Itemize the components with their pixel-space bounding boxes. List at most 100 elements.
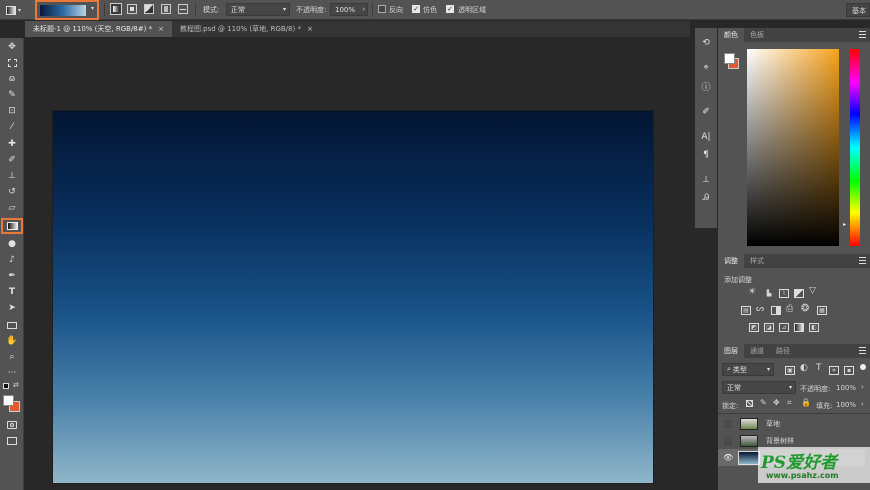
visibility-toggle[interactable] bbox=[724, 419, 732, 428]
gradient-map-icon[interactable] bbox=[794, 323, 804, 332]
opacity-input[interactable]: 100% › bbox=[330, 3, 368, 16]
screen-mode-icon[interactable] bbox=[3, 434, 21, 448]
gradient-picker[interactable]: ▾ bbox=[35, 0, 99, 20]
threshold-icon[interactable]: ⊿ bbox=[779, 323, 789, 332]
glyphs-icon[interactable]: Ꭿ bbox=[697, 191, 715, 205]
default-colors-icon[interactable] bbox=[3, 383, 9, 389]
filter-toggle-icon[interactable] bbox=[860, 364, 866, 370]
curves-icon[interactable]: ⌇ bbox=[779, 289, 789, 298]
levels-icon[interactable]: ▙ bbox=[764, 289, 774, 298]
transparency-checkbox[interactable]: ✓ bbox=[446, 5, 454, 13]
tab-swatches[interactable]: 色板 bbox=[744, 28, 770, 42]
shape-tool-icon[interactable] bbox=[3, 318, 21, 332]
channel-mixer-icon[interactable]: ❂ bbox=[801, 303, 809, 314]
color-balance-icon[interactable]: ᔕ bbox=[756, 304, 764, 314]
blur-tool-icon[interactable]: ● bbox=[3, 237, 21, 251]
mode-select[interactable]: 正常 ▾ bbox=[226, 3, 290, 16]
character-icon[interactable]: A| bbox=[697, 130, 715, 144]
vibrance-icon[interactable]: ▽ bbox=[809, 286, 816, 296]
clone-stamp-tool-icon[interactable]: ⊥ bbox=[3, 169, 21, 183]
brush-settings-icon[interactable]: ✐ bbox=[697, 105, 715, 119]
history-brush-tool-icon[interactable]: ↺ bbox=[3, 185, 21, 199]
brush-tool-icon[interactable]: ✐ bbox=[3, 153, 21, 167]
path-select-tool-icon[interactable]: ➤ bbox=[3, 301, 21, 315]
document-tab-1[interactable]: 未标题-1 @ 110% (天空, RGB/8#) * × bbox=[25, 21, 172, 37]
type-tool-icon[interactable]: T bbox=[3, 285, 21, 299]
lock-position-icon[interactable]: ✥ bbox=[773, 398, 780, 407]
clone-source-icon[interactable]: ⊥ bbox=[697, 173, 715, 187]
reflected-gradient-button[interactable] bbox=[161, 4, 171, 14]
tab-adjustments[interactable]: 调整 bbox=[718, 254, 744, 268]
lock-all-icon[interactable]: 🔒 bbox=[801, 398, 811, 407]
hue-slider-pointer[interactable]: ▸ bbox=[843, 221, 846, 228]
tool-preset-picker[interactable]: ▾ bbox=[6, 4, 28, 16]
foreground-color-swatch[interactable] bbox=[724, 53, 735, 64]
layer-filter-select[interactable]: ⌕ 类型 ▾ bbox=[722, 363, 774, 376]
dodge-tool-icon[interactable]: ♪ bbox=[3, 253, 21, 267]
close-icon[interactable]: × bbox=[158, 25, 164, 33]
dither-checkbox[interactable]: ✓ bbox=[412, 5, 420, 13]
more-tools-icon[interactable]: ··· bbox=[3, 366, 21, 380]
quick-select-tool-icon[interactable]: ✎ bbox=[3, 88, 21, 102]
swap-colors-icon[interactable]: ⇄ bbox=[13, 381, 19, 389]
panel-menu-icon[interactable] bbox=[859, 347, 866, 354]
blend-mode-select[interactable]: 正常 ▾ bbox=[722, 381, 796, 394]
reverse-checkbox[interactable] bbox=[378, 5, 386, 13]
diamond-gradient-button[interactable] bbox=[178, 4, 188, 14]
crop-tool-icon[interactable]: ⊡ bbox=[3, 104, 21, 118]
brightness-icon[interactable]: ☀ bbox=[748, 287, 756, 297]
pen-tool-icon[interactable]: ✒ bbox=[3, 269, 21, 283]
healing-brush-tool-icon[interactable]: ✚ bbox=[3, 137, 21, 151]
foreground-color-swatch[interactable] bbox=[3, 395, 14, 406]
document-canvas[interactable] bbox=[53, 111, 653, 483]
tab-channels[interactable]: 通道 bbox=[744, 344, 770, 358]
filter-shape-icon[interactable]: ⌗ bbox=[829, 366, 839, 375]
lock-artboard-icon[interactable]: ⌗ bbox=[787, 398, 792, 408]
layer-row[interactable]: 草地 bbox=[718, 415, 865, 432]
paragraph-icon[interactable]: ¶ bbox=[697, 148, 715, 162]
radial-gradient-button[interactable] bbox=[127, 4, 137, 14]
tab-styles[interactable]: 样式 bbox=[744, 254, 770, 268]
angle-gradient-button[interactable] bbox=[144, 4, 154, 14]
invert-icon[interactable]: ◩ bbox=[749, 323, 759, 332]
eye-icon[interactable]: 👁 bbox=[723, 453, 733, 462]
navigator-icon[interactable]: ⌖ bbox=[697, 61, 715, 75]
zoom-tool-icon[interactable]: ⌕ bbox=[3, 350, 21, 364]
visibility-toggle[interactable] bbox=[724, 436, 732, 445]
lasso-tool-icon[interactable]: ɷ bbox=[3, 72, 21, 86]
gradient-tool-icon[interactable] bbox=[1, 218, 23, 234]
info-icon[interactable]: ⓘ bbox=[697, 79, 715, 93]
layer-opacity-value[interactable]: 100% bbox=[836, 384, 856, 392]
color-field[interactable] bbox=[747, 49, 839, 246]
posterize-icon[interactable]: ◪ bbox=[764, 323, 774, 332]
panel-menu-icon[interactable] bbox=[859, 257, 866, 264]
filter-smart-icon[interactable]: ▪ bbox=[844, 366, 854, 375]
filter-pixel-icon[interactable]: ▣ bbox=[785, 366, 795, 375]
tab-color[interactable]: 颜色 bbox=[718, 28, 744, 42]
lock-image-icon[interactable]: ✎ bbox=[760, 398, 767, 407]
hue-slider[interactable] bbox=[850, 49, 860, 246]
move-tool-icon[interactable]: ✥ bbox=[3, 40, 21, 54]
black-white-icon[interactable] bbox=[771, 306, 781, 315]
eraser-tool-icon[interactable]: ▱ bbox=[3, 201, 21, 215]
panel-menu-icon[interactable] bbox=[859, 31, 866, 38]
linear-gradient-button[interactable] bbox=[110, 3, 122, 15]
document-tab-2[interactable]: 教程图.psd @ 110% (草地, RGB/8) * × bbox=[172, 21, 321, 37]
workspace-switcher[interactable]: 基本 bbox=[846, 3, 870, 17]
tab-layers[interactable]: 图层 bbox=[718, 344, 744, 358]
marquee-tool-icon[interactable] bbox=[3, 56, 21, 70]
tab-paths[interactable]: 路径 bbox=[770, 344, 796, 358]
selective-color-icon[interactable]: ◧ bbox=[809, 323, 819, 332]
history-icon[interactable]: ⟲ bbox=[697, 36, 715, 50]
hand-tool-icon[interactable]: ✋ bbox=[3, 334, 21, 348]
fill-value[interactable]: 100% bbox=[836, 401, 856, 409]
exposure-icon[interactable] bbox=[794, 289, 804, 298]
eyedropper-tool-icon[interactable]: ⁄ bbox=[3, 120, 21, 134]
filter-type-icon[interactable]: T bbox=[816, 363, 822, 373]
hue-saturation-icon[interactable]: ▤ bbox=[741, 306, 751, 315]
lock-transparent-icon[interactable] bbox=[746, 400, 753, 407]
close-icon[interactable]: × bbox=[307, 25, 313, 33]
quick-mask-icon[interactable] bbox=[3, 418, 21, 432]
photo-filter-icon[interactable]: ⎙ bbox=[786, 304, 793, 314]
color-lookup-icon[interactable]: ▦ bbox=[817, 306, 827, 315]
